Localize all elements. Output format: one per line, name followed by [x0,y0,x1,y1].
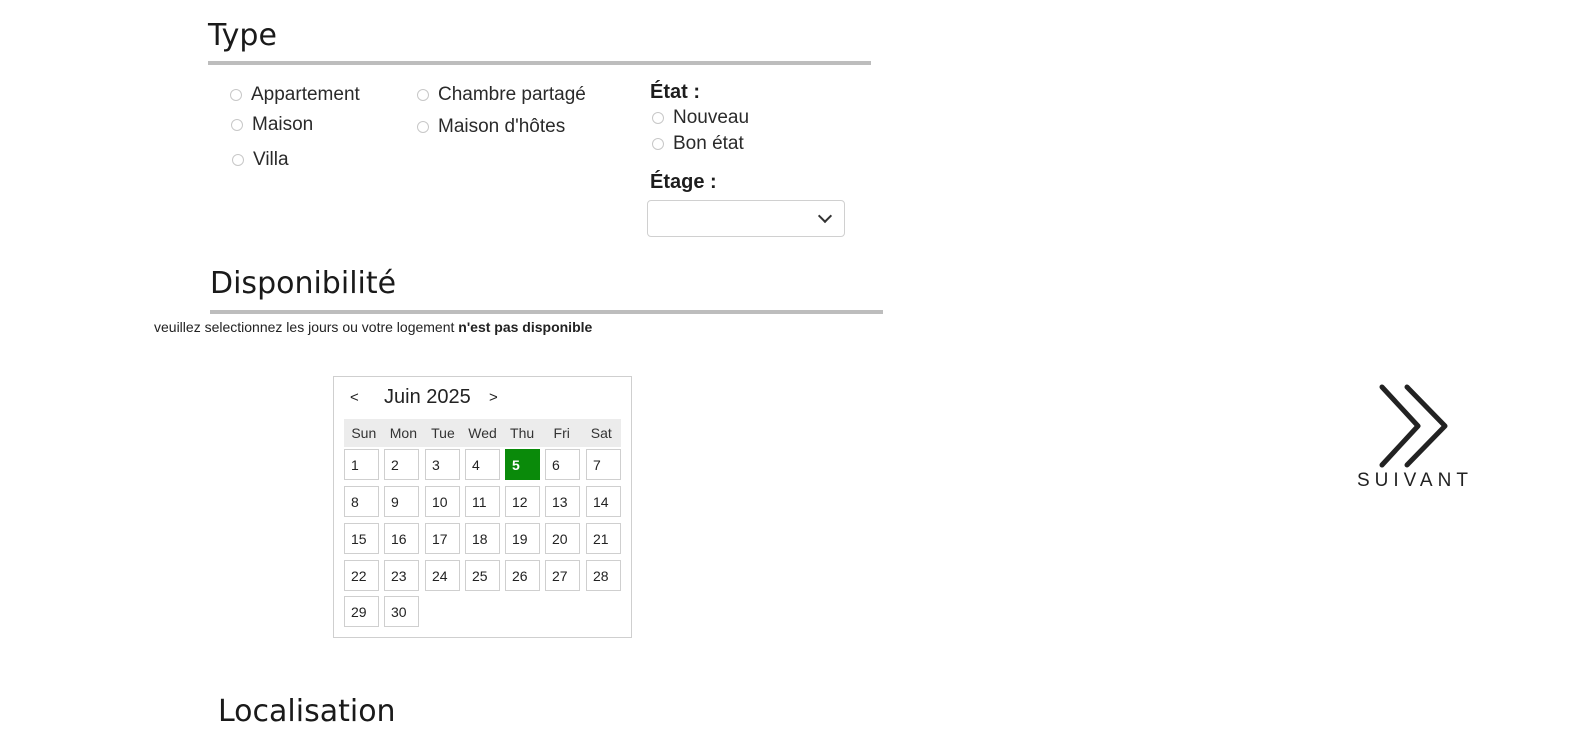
calendar-day[interactable]: 29 [344,596,379,627]
prev-month-button[interactable]: < [350,389,359,406]
weekday-label: Tue [431,425,455,441]
weekday-label: Sat [590,425,612,441]
type-divider [208,61,871,65]
localisation-title: Localisation [218,694,396,729]
radio-circle-icon[interactable] [417,89,429,101]
calendar-day[interactable]: 20 [545,523,580,554]
radio-bon-etat[interactable]: Bon état [652,133,744,155]
chevron-down-icon [817,208,833,224]
radio-circle-icon[interactable] [417,121,429,133]
radio-label: Bon état [673,133,744,154]
calendar-day[interactable]: 26 [505,560,540,591]
availability-note: veuillez selectionnez les jours ou votre… [154,319,592,335]
calendar-day[interactable]: 12 [505,486,540,517]
weekday-label: Wed [468,425,497,441]
radio-label: Villa [253,149,289,170]
calendar-day[interactable]: 30 [384,596,419,627]
calendar-day[interactable]: 10 [425,486,460,517]
radio-circle-icon[interactable] [230,89,242,101]
radio-villa[interactable]: Villa [232,149,289,171]
disponibilite-divider [210,310,883,314]
radio-maison-dhotes[interactable]: Maison d'hôtes [417,116,565,138]
radio-circle-icon[interactable] [652,112,664,124]
next-button[interactable]: SUIVANT [1355,383,1470,493]
calendar-day[interactable]: 24 [425,560,460,591]
calendar-day[interactable]: 16 [384,523,419,554]
calendar-day[interactable]: 3 [425,449,460,480]
calendar-day[interactable]: 11 [465,486,500,517]
calendar-day[interactable]: 22 [344,560,379,591]
calendar-day[interactable]: 18 [465,523,500,554]
calendar-day[interactable]: 2 [384,449,419,480]
calendar-day[interactable]: 4 [465,449,500,480]
weekday-label: Mon [389,425,417,441]
calendar-day[interactable]: 17 [425,523,460,554]
etage-label: Étage : [650,171,717,193]
radio-circle-icon[interactable] [232,154,244,166]
availability-note-text: veuillez selectionnez les jours ou votre… [154,319,459,335]
weekday-label: Sun [351,425,377,441]
calendar-day[interactable]: 25 [465,560,500,591]
calendar-day-selected[interactable]: 5 [505,449,540,480]
radio-label: Nouveau [673,107,750,128]
radio-label: Appartement [251,84,360,105]
calendar-day[interactable]: 8 [344,486,379,517]
weekday-label: Fri [553,425,570,441]
calendar-day[interactable]: 21 [586,523,621,554]
calendar-day[interactable]: 28 [586,560,621,591]
radio-appartement[interactable]: Appartement [230,84,360,106]
double-chevron-right-icon [1379,384,1448,468]
calendar-day[interactable]: 19 [505,523,540,554]
radio-label: Maison [252,114,314,135]
radio-chambre-partage[interactable]: Chambre partagé [417,84,586,106]
disponibilite-title: Disponibilité [210,266,397,301]
weekday-label: Thu [510,425,535,441]
calendar-day[interactable]: 23 [384,560,419,591]
calendar-day[interactable]: 27 [545,560,580,591]
radio-circle-icon[interactable] [652,138,664,150]
radio-label: Maison d'hôtes [438,116,566,137]
calendar-day[interactable]: 15 [344,523,379,554]
next-month-button[interactable]: > [489,389,498,406]
calendar-day[interactable]: 6 [545,449,580,480]
etat-label: État : [650,81,700,103]
availability-calendar: < Juin 2025 > Sun Mon Tue Wed Thu Fri Sa… [333,376,632,638]
availability-note-emphasis: n'est pas disponible [458,319,593,335]
calendar-day[interactable]: 1 [344,449,379,480]
calendar-month: Juin 2025 [384,386,471,408]
calendar-day[interactable]: 14 [586,486,621,517]
etage-select[interactable] [647,200,845,237]
next-button-label: SUIVANT [1357,470,1473,491]
calendar-day[interactable]: 7 [586,449,621,480]
radio-circle-icon[interactable] [231,119,243,131]
calendar-day[interactable]: 13 [545,486,580,517]
calendar-weekday-header: Sun Mon Tue Wed Thu Fri Sat [344,419,621,447]
calendar-day[interactable]: 9 [384,486,419,517]
radio-maison[interactable]: Maison [231,114,313,136]
radio-label: Chambre partagé [438,84,586,105]
type-title: Type [208,18,277,53]
radio-nouveau[interactable]: Nouveau [652,107,749,129]
